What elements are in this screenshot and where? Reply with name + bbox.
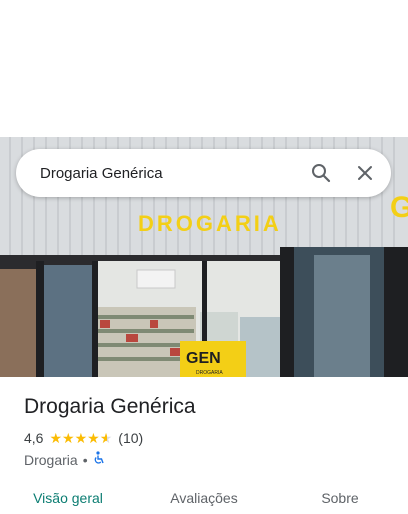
search-bar[interactable]: Drogaria Genérica — [16, 149, 391, 197]
floor-sign-subtext: DROGARIA — [196, 370, 223, 376]
tab-about[interactable]: Sobre — [272, 478, 408, 514]
place-tabs: Visão geral Avaliações Sobre — [0, 478, 408, 514]
tab-reviews[interactable]: Avaliações — [136, 478, 272, 514]
svg-text:G: G — [390, 191, 408, 224]
rating-stars: ★ ★ ★ ★ ★ — [49, 431, 112, 445]
rating-row[interactable]: 4,6 ★ ★ ★ ★ ★ (10) — [24, 430, 143, 446]
star-icon: ★ — [87, 430, 100, 446]
floor-sign-logo: GEN — [186, 350, 221, 367]
store-sign-text: DROGARIA — [138, 211, 282, 236]
review-count[interactable]: (10) — [118, 430, 143, 446]
star-icon: ★ — [62, 430, 75, 446]
separator-dot: • — [82, 451, 88, 468]
search-input[interactable]: Drogaria Genérica — [40, 165, 299, 182]
place-category: Drogaria — [24, 451, 78, 468]
rating-value: 4,6 — [24, 430, 44, 446]
search-icon[interactable] — [299, 151, 343, 195]
star-icon: ★ — [74, 430, 88, 446]
half-star-icon: ★ — [99, 430, 113, 446]
top-blank-area — [0, 0, 408, 137]
wheelchair-accessible-icon — [93, 451, 105, 468]
category-row: Drogaria • — [24, 451, 105, 468]
close-icon[interactable] — [343, 151, 387, 195]
place-name: Drogaria Genérica — [24, 395, 196, 418]
tab-overview[interactable]: Visão geral — [0, 478, 136, 514]
star-icon: ★ — [49, 430, 63, 446]
